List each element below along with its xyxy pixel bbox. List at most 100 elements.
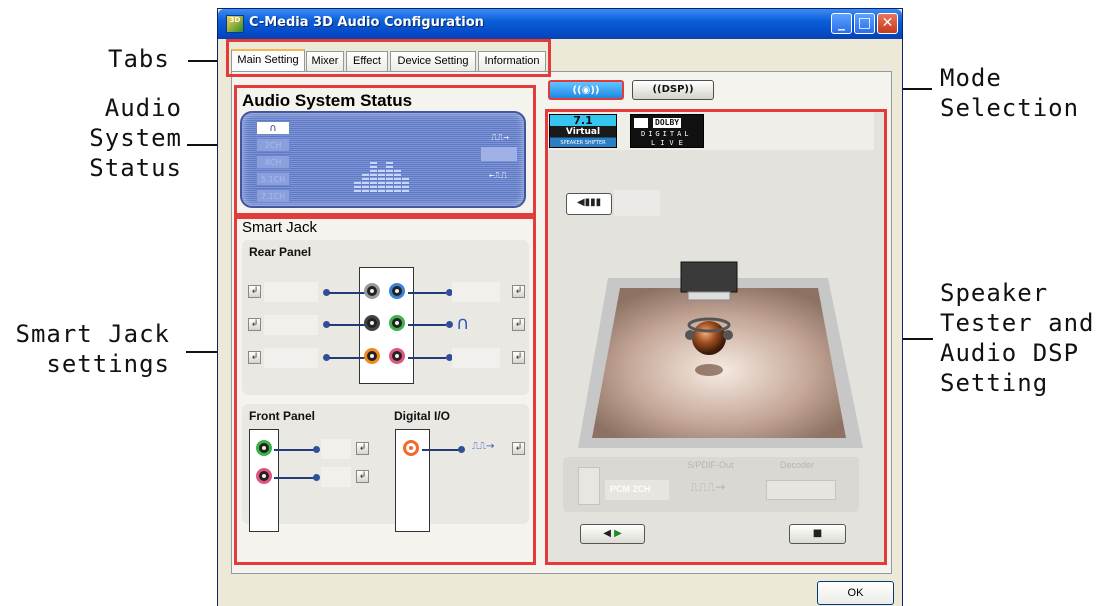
front-dropdown-2[interactable]: ↲ <box>356 470 369 483</box>
rear-panel-label: Rear Panel <box>249 245 312 259</box>
jack-pink[interactable] <box>389 348 405 364</box>
speaker-room-scene <box>578 261 863 448</box>
jack-green[interactable] <box>389 315 405 331</box>
channel-51ch-button[interactable]: 5.1CH <box>256 172 290 186</box>
jack-orange[interactable] <box>364 348 380 364</box>
play-test-button[interactable]: ◀ ▶ <box>580 524 645 544</box>
highlight-tabs <box>226 39 551 77</box>
audio-status-display: ∩ 2CH 4CH 5.1CH 7.1CH ⎍⎍→ ←⎍⎍ <box>240 111 526 208</box>
rear-left-dropdown-1[interactable]: ↲ <box>248 285 261 298</box>
volume-level-button[interactable]: ◀▮▮▮ <box>566 193 612 215</box>
connector-wire <box>422 449 460 451</box>
connector-knob <box>458 446 465 453</box>
audio-status-title: Audio System Status <box>242 91 413 110</box>
smart-jack-title: Smart Jack <box>242 219 318 236</box>
window-title: C-Media 3D Audio Configuration <box>249 15 484 30</box>
pc-tower-icon <box>578 467 600 505</box>
rear-right-dropdown-2[interactable]: ↲ <box>512 318 525 331</box>
rear-right-field-3 <box>452 348 500 368</box>
app-icon: 3D <box>226 15 244 33</box>
digital-dropdown[interactable]: ↲ <box>512 442 525 455</box>
front-panel-label: Front Panel <box>249 409 316 423</box>
logo-71-shifter: SPEAKER SHIFTER <box>560 140 606 146</box>
connector-knob <box>313 474 320 481</box>
eq-bar <box>386 160 393 192</box>
maximize-button[interactable]: □ <box>854 13 875 34</box>
front-jack-green[interactable] <box>256 440 272 456</box>
decoder-device-icon <box>766 480 836 500</box>
input-signal-icon: ←⎍⎍ <box>489 171 508 181</box>
output-signal-icon: ⎍⎍→ <box>491 133 510 143</box>
connector-wire <box>274 477 314 479</box>
dolby-digital-live-logo[interactable]: DOLBY DIGITAL LIVE <box>630 114 704 148</box>
eq-bar <box>354 180 361 192</box>
ok-button[interactable]: OK <box>817 581 894 605</box>
monitor-speaker-icon <box>680 261 738 293</box>
pcm-label: PCM 2CH <box>610 484 651 494</box>
speaker-mode-button[interactable]: ((◉)) <box>548 80 624 100</box>
channel-2ch-button[interactable]: 2CH <box>256 138 290 152</box>
logo-71-virtual: Virtual <box>565 127 601 137</box>
callout-speaker-tester: Speaker Tester and Audio DSP Setting <box>940 279 1095 397</box>
connector-wire <box>408 324 446 326</box>
digital-io-label: Digital I/O <box>394 409 451 423</box>
connector-wire <box>329 324 365 326</box>
title-bar[interactable]: 3D C-Media 3D Audio Configuration _ □ ✕ <box>218 9 902 39</box>
callout-smart-jack: Smart Jack settings <box>15 320 170 378</box>
rear-right-field-2 <box>452 315 500 335</box>
eq-bar <box>370 162 377 192</box>
rear-right-dropdown-3[interactable]: ↲ <box>512 351 525 364</box>
dolby-live: LIVE <box>651 139 688 147</box>
spdif-signal-icon: ⎍⎍⎍→ <box>690 480 726 494</box>
callout-audio-status: Audio System Status <box>89 94 182 182</box>
rear-right-field-1 <box>452 282 500 302</box>
minimize-icon: _ <box>838 15 845 31</box>
front-field-1 <box>321 439 351 459</box>
front-field-2 <box>321 467 351 487</box>
channel-71ch-button[interactable]: 7.1CH <box>256 189 290 203</box>
rear-left-field-1 <box>264 282 318 302</box>
dolby-name: DOLBY <box>653 118 682 128</box>
eq-bar <box>402 178 409 192</box>
digital-signal-icon: ⎍⎍→ <box>472 441 495 452</box>
decoder-label: Decoder <box>780 460 815 470</box>
listener-head-icon <box>692 321 726 355</box>
spdif-jack[interactable] <box>403 440 419 456</box>
stop-test-button[interactable]: ■ <box>789 524 846 544</box>
rear-left-field-3 <box>264 348 318 368</box>
headphone-channel-button[interactable]: ∩ <box>256 121 290 135</box>
minimize-button[interactable]: _ <box>831 13 852 34</box>
room-floor <box>592 288 846 438</box>
eq-bar <box>362 172 369 192</box>
connector-wire <box>274 449 314 451</box>
dolby-dd-icon <box>634 118 648 128</box>
front-dropdown-1[interactable]: ↲ <box>356 442 369 455</box>
close-button[interactable]: ✕ <box>877 13 898 34</box>
rear-left-dropdown-2[interactable]: ↲ <box>248 318 261 331</box>
callout-tabs: Tabs <box>108 45 170 73</box>
dolby-digital: DIGITAL <box>641 130 692 138</box>
connector-wire <box>408 292 446 294</box>
rear-right-dropdown-1[interactable]: ↲ <box>512 285 525 298</box>
connector-wire <box>329 357 365 359</box>
output-status-field <box>481 147 517 161</box>
virtual-speaker-logo[interactable]: 7.1 Virtual SPEAKER SHIFTER <box>549 114 617 148</box>
dsp-mode-button[interactable]: ((DSP)) <box>632 80 714 100</box>
volume-field <box>614 190 660 216</box>
front-jack-pink[interactable] <box>256 468 272 484</box>
rear-left-field-2 <box>264 315 318 335</box>
jack-black[interactable] <box>364 315 380 331</box>
eq-bar <box>378 170 385 192</box>
channel-4ch-button[interactable]: 4CH <box>256 155 290 169</box>
rear-left-dropdown-3[interactable]: ↲ <box>248 351 261 364</box>
maximize-icon: □ <box>857 15 872 31</box>
connector-wire <box>408 357 446 359</box>
close-icon: ✕ <box>881 15 894 31</box>
connector-wire <box>329 292 365 294</box>
connector-knob <box>313 446 320 453</box>
callout-mode-selection: Mode Selection <box>940 64 1080 122</box>
jack-gray[interactable] <box>364 283 380 299</box>
eq-bar <box>394 168 401 192</box>
spdif-out-label: S/PDIF-Out <box>687 460 734 470</box>
jack-blue[interactable] <box>389 283 405 299</box>
